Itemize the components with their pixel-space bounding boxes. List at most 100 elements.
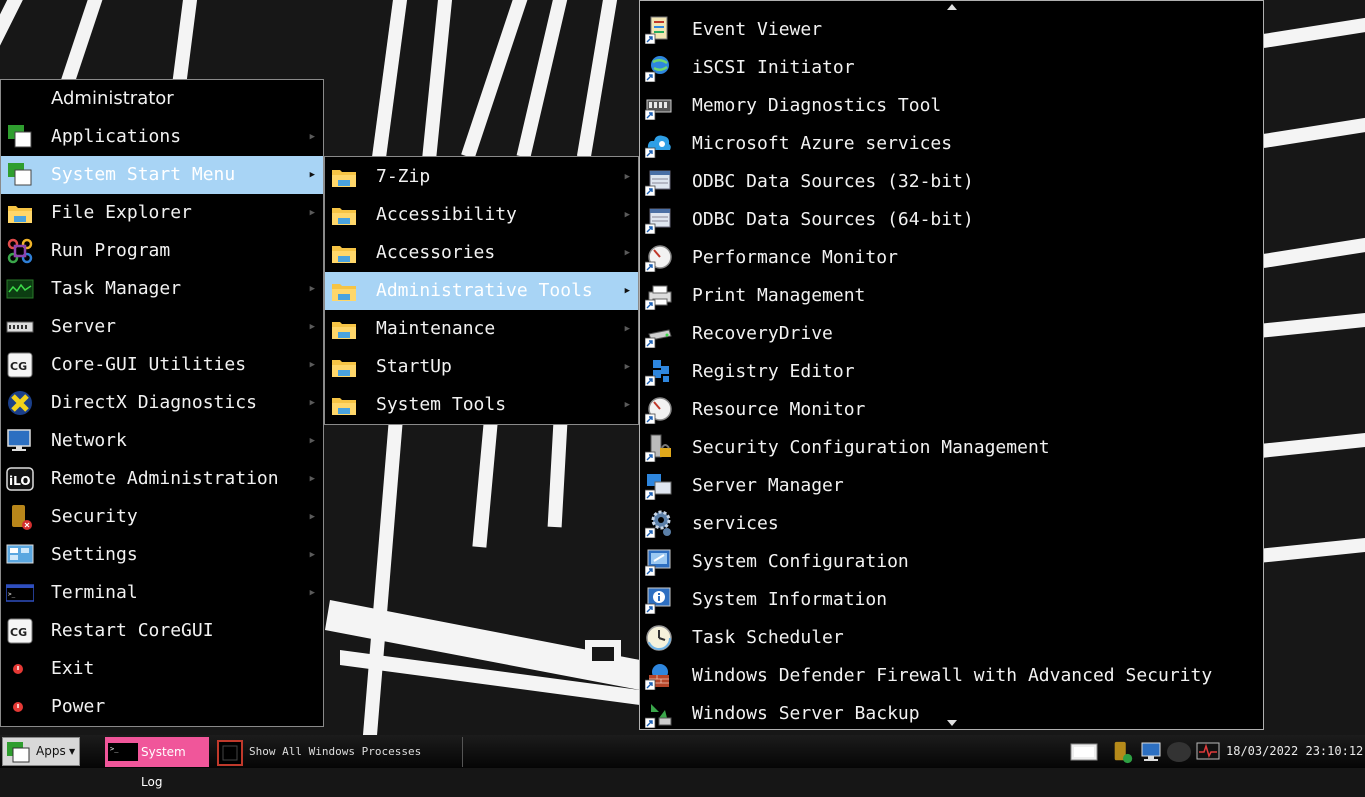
menu-item-label: Power [51, 696, 106, 717]
submenu-arrow-icon: ▶ [309, 360, 315, 370]
menu-item-microsoft-azure-services[interactable]: Microsoft Azure services [640, 125, 1263, 163]
menu-item-directx-diagnostics[interactable]: DirectX Diagnostics ▶ [1, 384, 323, 422]
menu-item-file-explorer[interactable]: File Explorer ▶ [1, 194, 323, 232]
menu-item-recoverydrive[interactable]: RecoveryDrive [640, 315, 1263, 353]
gears-icon [644, 510, 673, 539]
menu-item-network[interactable]: Network ▶ [1, 422, 323, 460]
pulse-monitor-icon[interactable] [1196, 740, 1220, 764]
submenu-arrow-icon: ▶ [624, 286, 630, 296]
menu-item-iscsi-initiator[interactable]: iSCSI Initiator [640, 49, 1263, 87]
menu-item-label: Accessories [376, 242, 496, 263]
scroll-up-arrow[interactable] [946, 4, 957, 10]
task-system-log[interactable]: >_ System Log [105, 737, 209, 789]
menu-item-task-manager[interactable]: Task Manager ▶ [1, 270, 323, 308]
menu-item-terminal[interactable]: >_ Terminal ▶ [1, 574, 323, 612]
menu-item-label: System Configuration [692, 551, 909, 572]
chevron-down-icon: ▼ [69, 747, 76, 756]
menu-item-print-management[interactable]: Print Management [640, 277, 1263, 315]
menu-item-applications[interactable]: Applications ▶ [1, 118, 323, 156]
submenu-arrow-icon: ▶ [309, 208, 315, 218]
menu-item-7-zip[interactable]: 7-Zip ▶ [325, 158, 638, 196]
menu-item-registry-editor[interactable]: Registry Editor [640, 353, 1263, 391]
shield-icon [6, 503, 34, 531]
menu-item-label: Server Manager [692, 475, 844, 496]
apps-button[interactable]: Apps ▼ [2, 737, 80, 766]
menu-item-label: Exit [51, 658, 95, 679]
registry-icon [644, 358, 673, 387]
submenu-arrow-icon: ▶ [309, 284, 315, 294]
menu-item-label: Security [51, 506, 138, 527]
user-name: Administrator [51, 88, 174, 109]
menu-item-label: System Information [692, 589, 888, 610]
clock: 18/03/2022 23:10:12 [1226, 744, 1364, 758]
submenu-arrow-icon: ▶ [309, 436, 315, 446]
menu-item-memory-diagnostics-tool[interactable]: Memory Diagnostics Tool [640, 87, 1263, 125]
windows-stack-icon [7, 742, 30, 763]
menu-item-security[interactable]: Security ▶ [1, 498, 323, 536]
menu-item-event-viewer[interactable]: Event Viewer [640, 11, 1263, 49]
submenu-arrow-icon: ▶ [309, 512, 315, 522]
menu-item-remote-administration[interactable]: iLO Remote Administration ▶ [1, 460, 323, 498]
menu-item-label: Settings [51, 544, 138, 565]
printer-icon [644, 282, 673, 311]
administrative-tools-menu: Event Viewer iSCSI Initiator Memory Diagno… [639, 0, 1264, 730]
menu-item-security-configuration-management[interactable]: Security Configuration Management [640, 429, 1263, 467]
menu-item-label: Windows Server Backup [692, 703, 920, 724]
menu-item-server[interactable]: Server ▶ [1, 308, 323, 346]
menu-item-windows-server-backup[interactable]: Windows Server Backup [640, 695, 1263, 733]
server-rack-icon [6, 313, 34, 341]
menu-item-resource-monitor[interactable]: Resource Monitor [640, 391, 1263, 429]
menu-item-label: Task Manager [51, 278, 182, 299]
menu-item-system-tools[interactable]: System Tools ▶ [325, 386, 638, 424]
gauge-icon [644, 396, 673, 425]
menu-item-core-gui-utilities[interactable]: CG Core-GUI Utilities ▶ [1, 346, 323, 384]
menu-item-power[interactable]: Power [1, 688, 323, 726]
menu-item-maintenance[interactable]: Maintenance ▶ [325, 310, 638, 348]
menu-item-accessibility[interactable]: Accessibility ▶ [325, 196, 638, 234]
menu-item-label: Microsoft Azure services [692, 133, 953, 154]
menu-item-exit[interactable]: Exit [1, 650, 323, 688]
security-shield-icon[interactable] [1110, 740, 1136, 764]
menu-item-odbc-data-sources-32-bit[interactable]: ODBC Data Sources (32-bit) [640, 163, 1263, 201]
folder-icon [330, 315, 358, 343]
menu-item-odbc-data-sources-64-bit[interactable]: ODBC Data Sources (64-bit) [640, 201, 1263, 239]
network-icon[interactable] [1140, 740, 1168, 764]
menu-item-performance-monitor[interactable]: Performance Monitor [640, 239, 1263, 277]
svg-text:>_: >_ [110, 745, 119, 753]
folder-icon [330, 353, 358, 381]
volume-icon[interactable] [1166, 740, 1192, 764]
terminal-icon: >_ [5, 579, 35, 607]
menu-item-server-manager[interactable]: Server Manager [640, 467, 1263, 505]
menu-item-system-information[interactable]: System Information [640, 581, 1263, 619]
menu-item-label: Task Scheduler [692, 627, 844, 648]
task-show-all-processes[interactable]: Show All Windows Processes [213, 737, 463, 767]
menu-item-run-program[interactable]: Run Program [1, 232, 323, 270]
menu-item-services[interactable]: services [640, 505, 1263, 543]
menu-item-startup[interactable]: StartUp ▶ [325, 348, 638, 386]
menu-item-administrative-tools[interactable]: Administrative Tools ▶ [325, 272, 638, 310]
menu-item-label: Accessibility [376, 204, 517, 225]
menu-item-label: Resource Monitor [692, 399, 866, 420]
menu-item-system-start-menu[interactable]: System Start Menu ▶ [1, 156, 323, 194]
menu-item-restart-coregui[interactable]: CG Restart CoreGUI [1, 612, 323, 650]
menu-item-windows-defender-firewall-with-advanced-security[interactable]: Windows Defender Firewall with Advanced … [640, 657, 1263, 695]
gauge-icon [644, 244, 673, 273]
menu-item-accessories[interactable]: Accessories ▶ [325, 234, 638, 272]
system-config-icon [644, 548, 673, 577]
menu-item-settings[interactable]: Settings ▶ [1, 536, 323, 574]
tablet-icon[interactable] [1070, 740, 1098, 764]
submenu-arrow-icon: ▶ [624, 172, 630, 182]
menu-item-label: Remote Administration [51, 468, 279, 489]
menu-item-label: Server [51, 316, 117, 337]
lock-server-icon [644, 434, 673, 463]
menu-item-task-scheduler[interactable]: Task Scheduler [640, 619, 1263, 657]
submenu-arrow-icon: ▶ [624, 210, 630, 220]
menu-item-system-configuration[interactable]: System Configuration [640, 543, 1263, 581]
menu-item-label: Core-GUI Utilities [51, 354, 247, 375]
power-red-icon [6, 693, 34, 721]
submenu-arrow-icon: ▶ [309, 588, 315, 598]
apps-label: Apps [36, 744, 66, 758]
menu-item-label: Security Configuration Management [692, 437, 1050, 458]
submenu-arrow-icon: ▶ [624, 400, 630, 410]
windows-stack-icon [6, 123, 34, 151]
